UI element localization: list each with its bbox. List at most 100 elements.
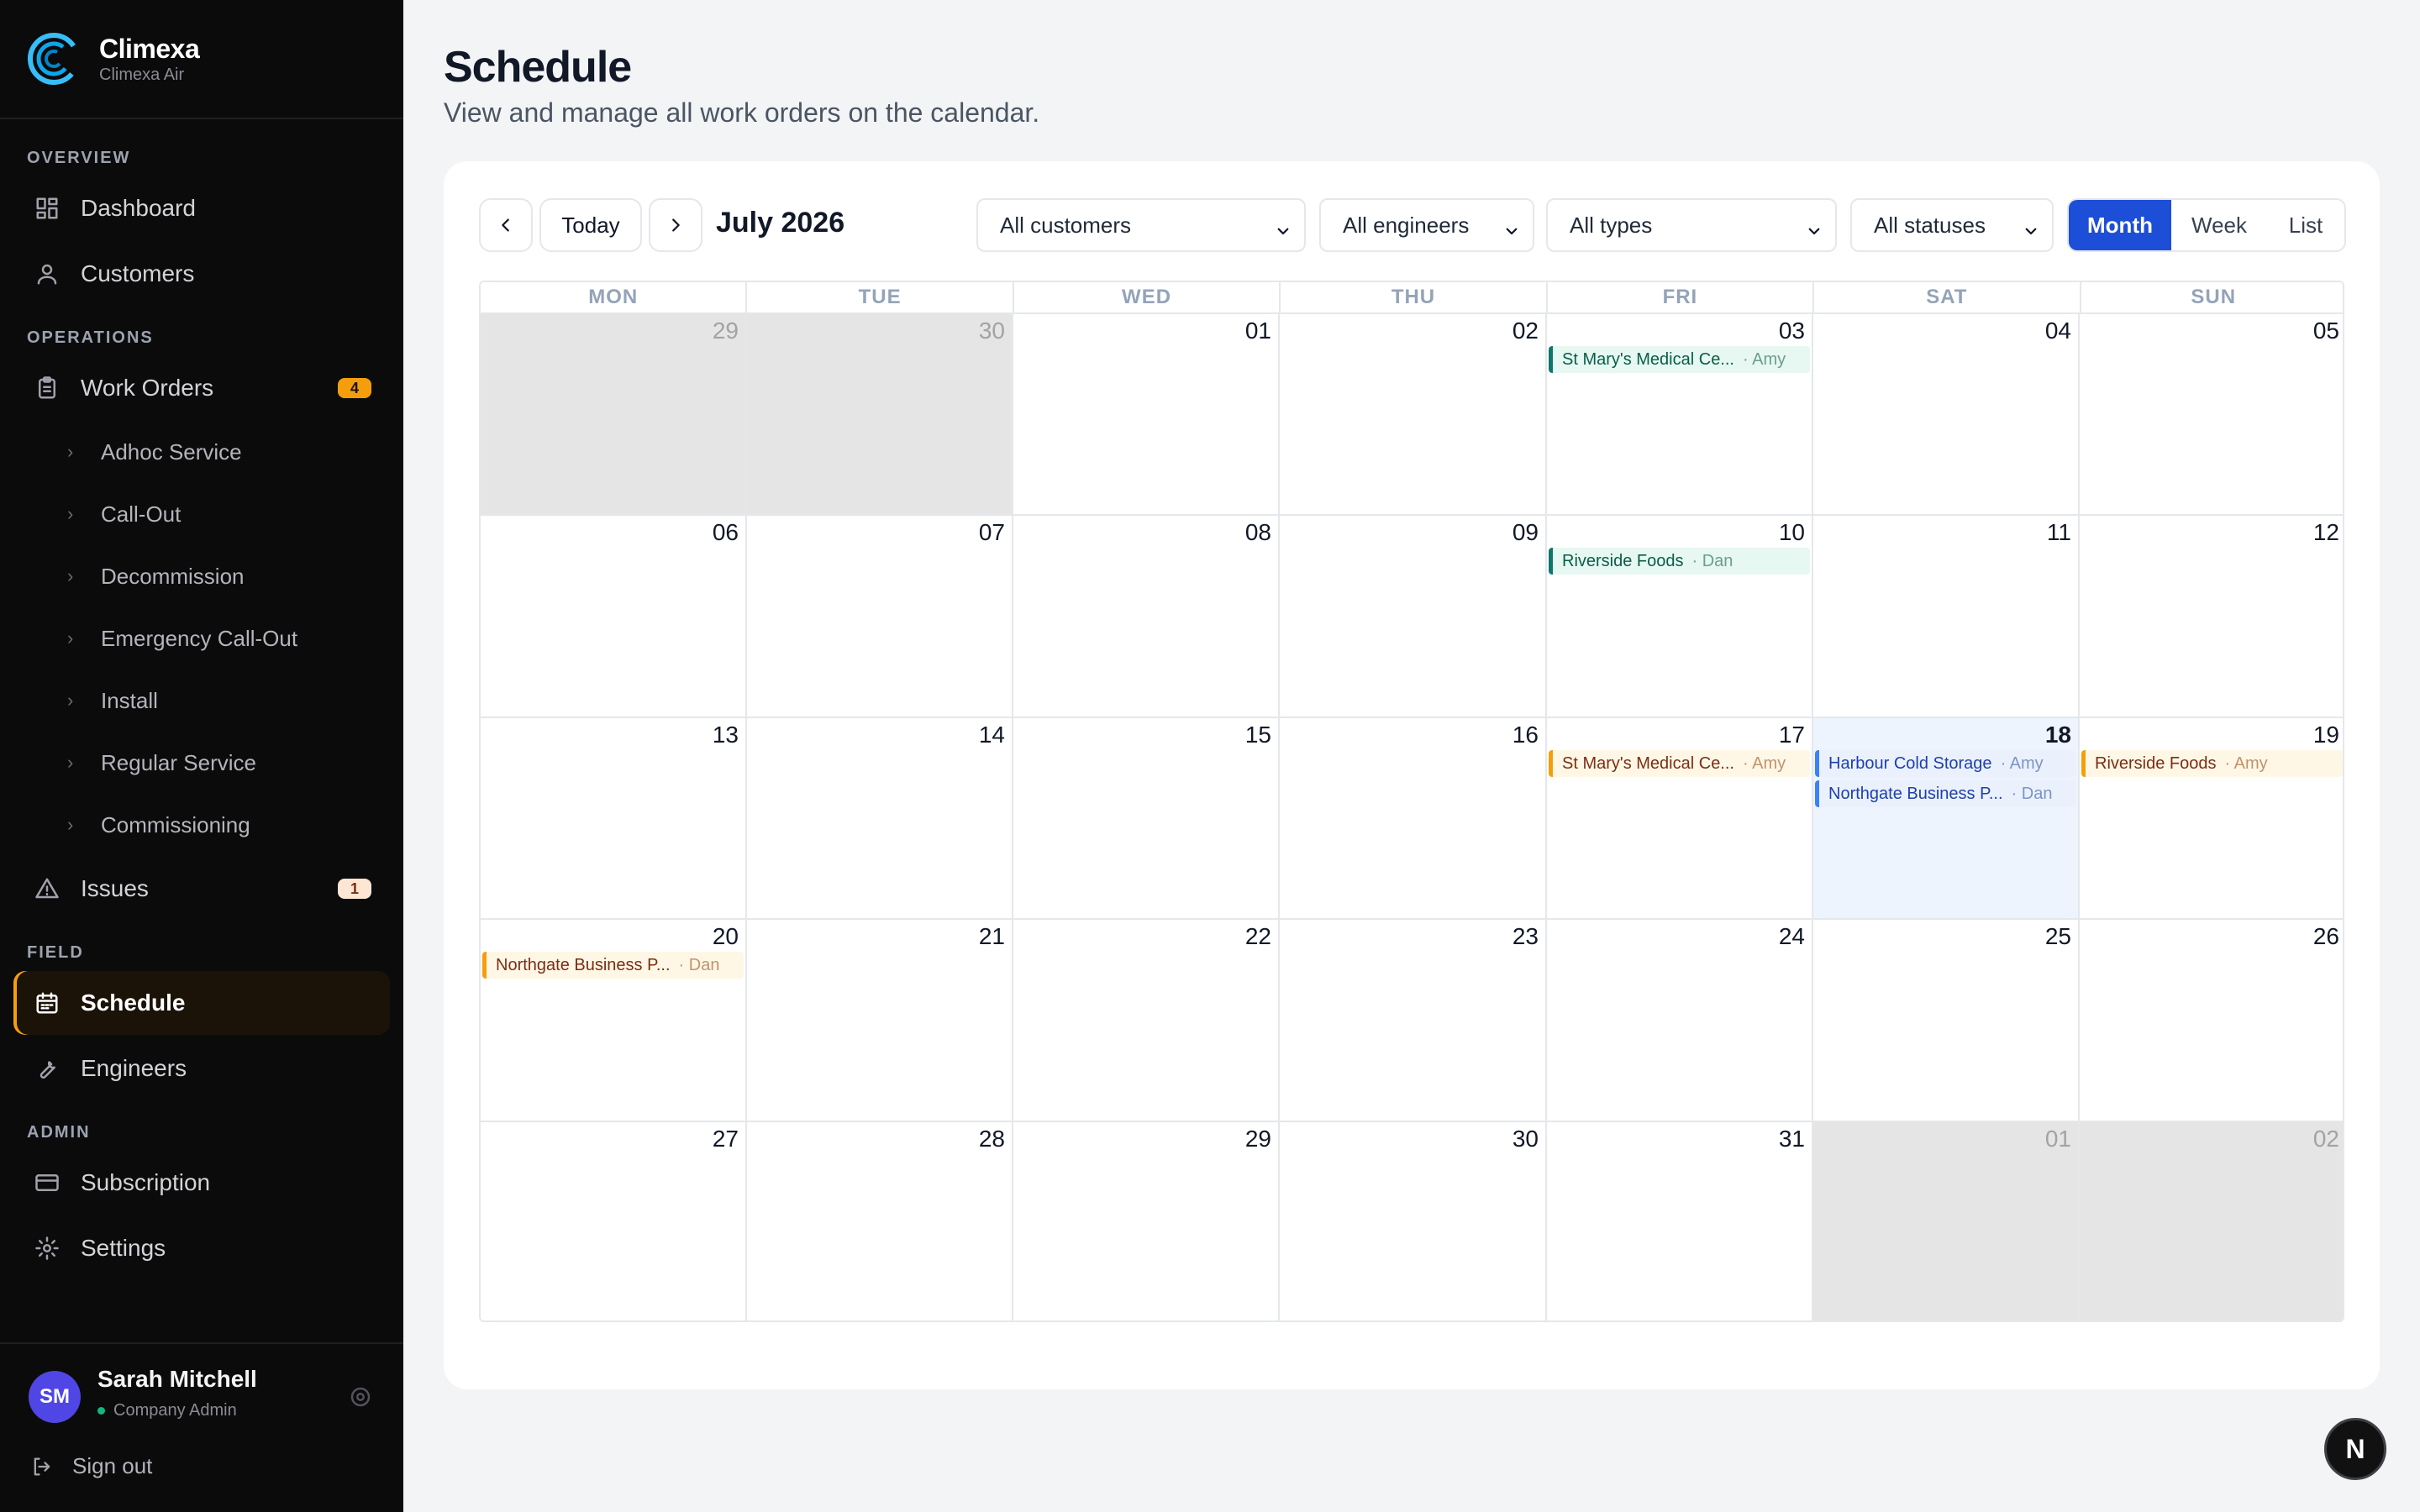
chevron-right-icon: › xyxy=(67,441,74,462)
calendar-day-cell[interactable]: 10 Riverside Foods · Dan xyxy=(1547,516,1813,718)
customer-filter-value: All customers xyxy=(1000,212,1132,238)
calendar-day-cell[interactable]: 12 xyxy=(2080,516,2343,718)
weekday-header: MON TUE WED THU FRI SAT SUN xyxy=(481,282,2343,314)
calendar-day-cell[interactable]: 26 xyxy=(2080,920,2343,1122)
climexa-logo-icon xyxy=(28,33,80,85)
calendar-day-cell[interactable]: 14 xyxy=(747,718,1013,920)
clipboard-icon xyxy=(34,375,60,402)
event-title: Northgate Business P... xyxy=(1828,784,2003,803)
calendar-day-cell[interactable]: 01 xyxy=(1813,1122,2080,1320)
next-dev-tools-button[interactable]: N xyxy=(2324,1418,2386,1480)
month-view-button[interactable]: Month xyxy=(2069,200,2171,250)
section-operations: OPERATIONS xyxy=(27,328,154,347)
current-month-label: July 2026 xyxy=(716,207,845,239)
calendar-day-cell[interactable]: 29 xyxy=(481,314,747,516)
calendar-event[interactable]: St Mary's Medical Ce... · Amy xyxy=(1549,750,1810,777)
customer-filter-select[interactable]: All customers xyxy=(976,198,1306,252)
sidebar-subitem-commissioning[interactable]: › Commissioning xyxy=(67,800,250,850)
event-engineer: · Amy xyxy=(1742,349,1786,369)
calendar-day-cell[interactable]: 15 xyxy=(1013,718,1280,920)
user-settings-gear-icon[interactable] xyxy=(348,1384,373,1410)
calendar-event[interactable]: Northgate Business P... · Dan xyxy=(1815,780,2076,807)
divider xyxy=(0,1342,403,1344)
prev-month-button[interactable] xyxy=(479,198,533,252)
calendar-event[interactable]: St Mary's Medical Ce... · Amy xyxy=(1549,346,1810,373)
calendar-day-cell[interactable]: 16 xyxy=(1280,718,1547,920)
sidebar-item-subscription[interactable]: Subscription xyxy=(13,1151,390,1215)
calendar-day-cell[interactable]: 17 St Mary's Medical Ce... · Amy xyxy=(1547,718,1813,920)
engineer-filter-select[interactable]: All engineers xyxy=(1319,198,1534,252)
list-view-button[interactable]: List xyxy=(2267,200,2344,250)
calendar-day-cell[interactable]: 02 xyxy=(1280,314,1547,516)
calendar-event[interactable]: Northgate Business P... · Dan xyxy=(482,952,744,979)
weekday-label: SAT xyxy=(1814,282,2081,312)
calendar-day-cell[interactable]: 08 xyxy=(1013,516,1280,718)
calendar-day-cell[interactable]: 19 Riverside Foods · Amy xyxy=(2080,718,2343,920)
day-number: 05 xyxy=(2312,318,2339,344)
calendar-day-cell[interactable]: 18 Harbour Cold Storage · Amy Northgate Bus… xyxy=(1813,718,2080,920)
day-number: 10 xyxy=(1778,519,1805,545)
calendar-day-cell[interactable]: 22 xyxy=(1013,920,1280,1122)
sidebar-subitem-decommission[interactable]: › Decommission xyxy=(67,551,245,601)
calendar-day-cell[interactable]: 25 xyxy=(1813,920,2080,1122)
calendar-day-cell[interactable]: 05 xyxy=(2080,314,2343,516)
calendar-day-cell[interactable]: 28 xyxy=(747,1122,1013,1320)
calendar-event[interactable]: Riverside Foods · Amy xyxy=(2081,750,2343,777)
calendar-day-cell[interactable]: 01 xyxy=(1013,314,1280,516)
user-icon xyxy=(34,260,60,287)
calendar-event[interactable]: Riverside Foods · Dan xyxy=(1549,548,1810,575)
calendar-day-cell[interactable]: 23 xyxy=(1280,920,1547,1122)
today-button[interactable]: Today xyxy=(539,198,642,252)
brand[interactable]: Climexa Climexa Air xyxy=(27,29,200,89)
calendar-day-cell[interactable]: 11 xyxy=(1813,516,2080,718)
day-number: 01 xyxy=(2044,1126,2071,1152)
calendar-day-cell[interactable]: 13 xyxy=(481,718,747,920)
engineer-filter-value: All engineers xyxy=(1343,212,1470,238)
day-number: 12 xyxy=(2312,519,2339,545)
calendar-event[interactable]: Harbour Cold Storage · Amy xyxy=(1815,750,2076,777)
user-role-label: Company Admin xyxy=(113,1401,237,1420)
sign-out-button[interactable]: Sign out xyxy=(30,1453,152,1479)
next-month-button[interactable] xyxy=(649,198,702,252)
calendar-day-cell[interactable]: 20 Northgate Business P... · Dan xyxy=(481,920,747,1122)
sidebar-item-settings[interactable]: Settings xyxy=(13,1216,390,1280)
sidebar-item-dashboard[interactable]: Dashboard xyxy=(13,176,390,240)
calendar-day-cell[interactable]: 02 xyxy=(2080,1122,2343,1320)
chevron-right-icon xyxy=(672,218,680,232)
weekday-label: FRI xyxy=(1548,282,1815,312)
sidebar-subitem-install[interactable]: › Install xyxy=(67,675,158,726)
status-filter-select[interactable]: All statuses xyxy=(1850,198,2054,252)
day-number: 13 xyxy=(712,722,739,748)
week-view-button[interactable]: Week xyxy=(2171,200,2267,250)
sidebar-subitem-label: Adhoc Service xyxy=(101,438,242,465)
calendar-day-cell[interactable]: 30 xyxy=(1280,1122,1547,1320)
sidebar-item-schedule[interactable]: Schedule xyxy=(13,971,390,1035)
day-number: 28 xyxy=(978,1126,1005,1152)
sidebar-subitem-adhoc-service[interactable]: › Adhoc Service xyxy=(67,427,242,477)
type-filter-select[interactable]: All types xyxy=(1546,198,1837,252)
calendar-day-cell[interactable]: 30 xyxy=(747,314,1013,516)
sidebar-subitem-call-out[interactable]: › Call-Out xyxy=(67,489,181,539)
day-number: 22 xyxy=(1244,923,1271,949)
sidebar-subitem-emergency-call-out[interactable]: › Emergency Call-Out xyxy=(67,613,297,664)
view-toggle: Month Week List xyxy=(2067,198,2346,252)
avatar[interactable]: SM xyxy=(29,1371,81,1423)
calendar-day-cell[interactable]: 27 xyxy=(481,1122,747,1320)
calendar-day-cell[interactable]: 06 xyxy=(481,516,747,718)
event-title: Riverside Foods xyxy=(2095,753,2217,773)
calendar-day-cell[interactable]: 04 xyxy=(1813,314,2080,516)
calendar-day-cell[interactable]: 31 xyxy=(1547,1122,1813,1320)
calendar-day-cell[interactable]: 03 St Mary's Medical Ce... · Amy xyxy=(1547,314,1813,516)
sidebar-item-engineers[interactable]: Engineers xyxy=(13,1037,390,1100)
day-number: 09 xyxy=(1512,519,1539,545)
sidebar-item-issues[interactable]: Issues 1 xyxy=(13,857,390,921)
day-number: 30 xyxy=(1512,1126,1539,1152)
calendar-day-cell[interactable]: 07 xyxy=(747,516,1013,718)
calendar-day-cell[interactable]: 21 xyxy=(747,920,1013,1122)
calendar-day-cell[interactable]: 09 xyxy=(1280,516,1547,718)
sidebar-subitem-regular-service[interactable]: › Regular Service xyxy=(67,738,256,788)
sidebar-item-work-orders[interactable]: Work Orders 4 xyxy=(13,356,390,420)
calendar-day-cell[interactable]: 29 xyxy=(1013,1122,1280,1320)
sidebar-item-customers[interactable]: Customers xyxy=(13,242,390,306)
calendar-day-cell[interactable]: 24 xyxy=(1547,920,1813,1122)
